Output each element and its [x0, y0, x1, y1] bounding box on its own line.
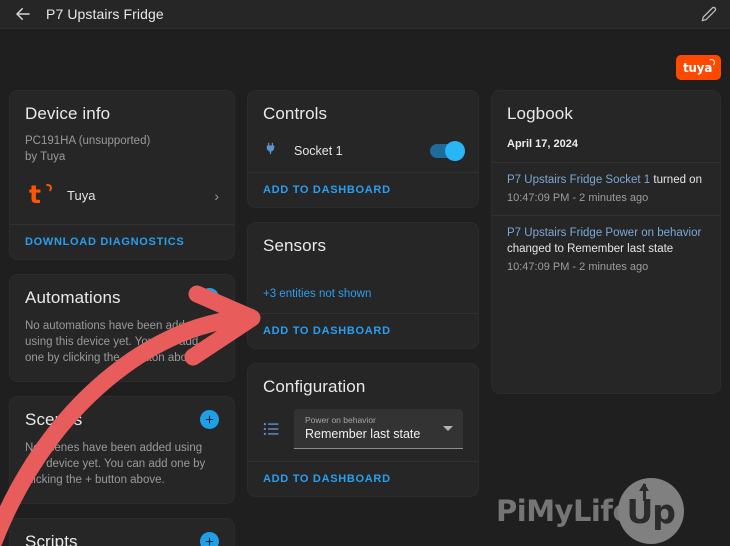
- device-page: P7 Upstairs Fridge tuya Device info PC19…: [0, 0, 730, 546]
- socket-1-toggle[interactable]: [430, 141, 465, 161]
- controls-header: Controls: [248, 91, 478, 130]
- automations-header: Automations: [25, 288, 219, 308]
- page-body: tuya Device info PC191HA (unsupported) b…: [0, 29, 730, 546]
- controls-card: Controls Socket 1 ADD TO DASHBOARD: [247, 90, 479, 208]
- device-model: PC191HA (unsupported): [25, 135, 151, 147]
- sensors-card: Sensors +3 entities not shown ADD TO DAS…: [247, 222, 479, 349]
- device-manufacturer: by Tuya: [25, 151, 66, 164]
- logbook-entry-text: P7 Upstairs Fridge Power on behavior cha…: [507, 226, 705, 258]
- sensors-add-to-dashboard-button[interactable]: ADD TO DASHBOARD: [248, 314, 478, 348]
- brand-row[interactable]: t Tuya ›: [25, 181, 219, 210]
- device-info-card: Device info PC191HA (unsupported) by Tuy…: [9, 90, 235, 260]
- logbook-entry-text: P7 Upstairs Fridge Socket 1 turned on: [507, 173, 705, 189]
- brand-name: Tuya: [67, 188, 96, 204]
- toggle-knob: [445, 141, 465, 161]
- chevron-down-icon: [443, 426, 453, 431]
- logbook-entry-action: turned on: [653, 174, 702, 186]
- power-on-behavior-select[interactable]: Power on behavior Remember last state: [294, 409, 463, 449]
- configuration-add-to-dashboard-button[interactable]: ADD TO DASHBOARD: [248, 462, 478, 496]
- configuration-card: Configuration Power on behavior Remember…: [247, 363, 479, 497]
- controls-title: Controls: [263, 104, 328, 123]
- power-plug-icon: [263, 140, 289, 162]
- controls-add-to-dashboard-button[interactable]: ADD TO DASHBOARD: [248, 173, 478, 207]
- logbook-card: Logbook April 17, 2024 P7 Upstairs Fridg…: [491, 90, 721, 394]
- power-on-behavior-label: Power on behavior: [305, 415, 376, 425]
- logbook-date: April 17, 2024: [507, 138, 578, 150]
- configuration-header: Configuration: [248, 364, 478, 399]
- logbook-title: Logbook: [507, 104, 573, 123]
- integration-brand: tuya: [676, 55, 721, 80]
- automations-card: Automations No automations have been add…: [9, 273, 235, 382]
- plus-circle-icon: [205, 415, 214, 424]
- page-title: P7 Upstairs Fridge: [46, 6, 164, 22]
- hidden-entities-link[interactable]: +3 entities not shown: [263, 288, 371, 300]
- tuya-wifi-arc-icon: [707, 58, 716, 67]
- automations-empty-text: No automations have been added using thi…: [25, 319, 203, 365]
- logbook-entry[interactable]: P7 Upstairs Fridge Socket 1 turned on 10…: [492, 163, 720, 215]
- sensors-body: Sensors +3 entities not shown: [248, 223, 478, 313]
- app-bar: P7 Upstairs Fridge: [0, 0, 730, 29]
- chevron-right-icon: ›: [214, 187, 219, 204]
- list-icon: [263, 422, 289, 441]
- edit-button[interactable]: [688, 0, 730, 29]
- automations-body: Automations No automations have been add…: [10, 275, 234, 381]
- logbook-entity-link[interactable]: P7 Upstairs Fridge Socket 1: [507, 174, 650, 186]
- add-script-button[interactable]: [200, 532, 219, 546]
- scenes-header: Scenes: [25, 410, 219, 430]
- logbook-header: Logbook: [492, 91, 720, 134]
- scripts-body: Scripts: [10, 519, 234, 546]
- logbook-entry-time: 10:47:09 PM - 2 minutes ago: [507, 191, 649, 204]
- scenes-empty-text: No scenes have been added using this dev…: [25, 441, 206, 487]
- device-info-title: Device info: [25, 104, 111, 123]
- column-left: Device info PC191HA (unsupported) by Tuy…: [0, 90, 242, 546]
- plus-circle-icon: [205, 537, 214, 546]
- logbook-entity-link[interactable]: P7 Upstairs Fridge Power on behavior: [507, 227, 701, 239]
- tuya-brand-icon: t: [25, 181, 53, 209]
- add-automation-button[interactable]: [200, 288, 219, 308]
- pencil-icon: [701, 6, 717, 22]
- sensors-title: Sensors: [263, 236, 327, 255]
- card-columns: Device info PC191HA (unsupported) by Tuy…: [0, 90, 730, 546]
- configuration-row: Power on behavior Remember last state: [248, 399, 478, 461]
- control-entity-name: Socket 1: [294, 144, 343, 158]
- back-button[interactable]: [0, 0, 46, 29]
- control-row-socket-1[interactable]: Socket 1: [248, 130, 478, 172]
- configuration-title: Configuration: [263, 377, 366, 396]
- plus-circle-icon: [205, 293, 214, 302]
- column-middle: Controls Socket 1 ADD TO DASHBOARD Senso…: [242, 90, 484, 546]
- add-scene-button[interactable]: [200, 410, 219, 430]
- automations-title: Automations: [25, 287, 121, 307]
- scenes-card: Scenes No scenes have been added using t…: [9, 395, 235, 504]
- power-on-behavior-value: Remember last state: [305, 427, 421, 441]
- scripts-title: Scripts: [25, 531, 78, 546]
- column-right: Logbook April 17, 2024 P7 Upstairs Fridg…: [484, 90, 730, 546]
- download-diagnostics-button[interactable]: DOWNLOAD DIAGNOSTICS: [10, 225, 234, 259]
- logbook-entry-time: 10:47:09 PM - 2 minutes ago: [507, 260, 649, 273]
- scripts-header: Scripts: [25, 532, 219, 546]
- logbook-entry[interactable]: P7 Upstairs Fridge Power on behavior cha…: [492, 216, 720, 284]
- arrow-left-icon: [16, 8, 30, 20]
- logbook-entry-action: changed to Remember last state: [507, 242, 674, 255]
- scenes-title: Scenes: [25, 409, 83, 429]
- device-info-body: Device info PC191HA (unsupported) by Tuy…: [10, 91, 234, 224]
- tuya-logo: tuya: [676, 55, 721, 80]
- scripts-card: Scripts: [9, 517, 235, 546]
- scenes-body: Scenes No scenes have been added using t…: [10, 397, 234, 503]
